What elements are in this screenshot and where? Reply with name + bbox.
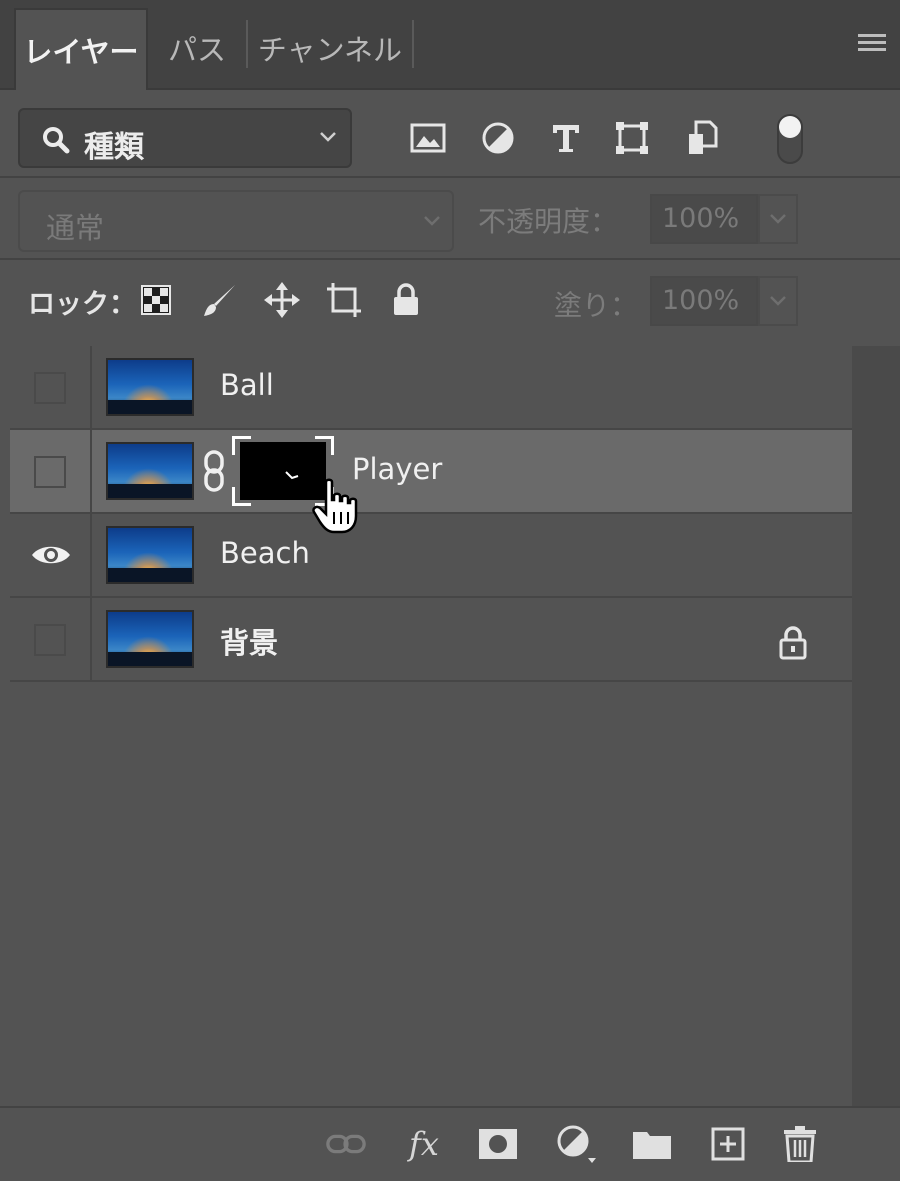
- layer-row-player[interactable]: Player: [10, 430, 852, 514]
- blend-mode-select[interactable]: 通常: [18, 190, 454, 252]
- chevron-down-icon: [770, 296, 786, 306]
- new-layer-icon[interactable]: [708, 1124, 748, 1164]
- image-filter-icon[interactable]: [408, 118, 448, 158]
- mask-corner: [232, 436, 251, 455]
- opacity-dropdown[interactable]: [758, 194, 798, 244]
- divider: [0, 258, 900, 260]
- chevron-down-icon: [424, 216, 440, 226]
- layer-name[interactable]: Beach: [220, 536, 310, 570]
- lock-image-icon[interactable]: [200, 280, 240, 320]
- layer-name[interactable]: 背景: [220, 620, 278, 662]
- search-icon: [43, 127, 70, 154]
- lock-transparent-icon[interactable]: [136, 280, 176, 320]
- visibility-off-box: [34, 456, 66, 488]
- lock-icon[interactable]: [778, 626, 808, 660]
- tab-divider: [412, 20, 414, 68]
- tab-channels[interactable]: チャンネル: [250, 8, 410, 88]
- blend-mode-label: 通常: [46, 211, 105, 245]
- eye-icon: [32, 546, 70, 564]
- chevron-down-icon: [320, 132, 336, 142]
- divider: [0, 176, 900, 178]
- layers-bottom-bar: fx: [0, 1106, 900, 1181]
- layers-scroll-track[interactable]: [852, 346, 900, 1106]
- new-group-icon[interactable]: [632, 1124, 672, 1164]
- visibility-toggle[interactable]: [10, 430, 92, 512]
- visibility-toggle[interactable]: [10, 346, 92, 428]
- fill-dropdown[interactable]: [758, 276, 798, 326]
- visibility-toggle[interactable]: [10, 514, 92, 596]
- visibility-off-box: [34, 624, 66, 656]
- add-mask-icon[interactable]: [478, 1124, 518, 1164]
- mask-corner: [232, 487, 251, 506]
- fill-input[interactable]: 100%: [650, 276, 758, 326]
- visibility-off-box: [34, 372, 66, 404]
- lock-position-icon[interactable]: [262, 280, 302, 320]
- lock-artboard-icon[interactable]: [324, 280, 364, 320]
- filter-toggle-icon[interactable]: [770, 112, 810, 166]
- adjustment-filter-icon[interactable]: [478, 118, 518, 158]
- layer-row-beach[interactable]: Beach: [10, 514, 852, 598]
- layer-name[interactable]: Player: [352, 452, 442, 486]
- fx-icon[interactable]: fx: [404, 1124, 444, 1164]
- link-layers-icon[interactable]: [326, 1124, 366, 1164]
- layer-thumbnail[interactable]: [106, 610, 194, 668]
- filter-kind-label: 種類: [84, 130, 144, 165]
- lock-all-icon[interactable]: [386, 280, 426, 320]
- layer-row-background[interactable]: 背景: [10, 598, 852, 682]
- shape-filter-icon[interactable]: [612, 118, 652, 158]
- tab-layers[interactable]: レイヤー: [14, 8, 148, 90]
- chevron-down-icon: [770, 214, 786, 224]
- filter-kind-select[interactable]: 種類: [18, 108, 352, 168]
- fill-label: 塗り：: [554, 289, 639, 322]
- delete-layer-icon[interactable]: [780, 1124, 820, 1164]
- mask-corner: [315, 436, 334, 455]
- tab-paths[interactable]: パス: [150, 8, 244, 88]
- tab-bar: レイヤー パス チャンネル: [0, 0, 900, 90]
- layers-panel: レイヤー パス チャンネル 種類 通常 不透明度： 100% ロック： 塗り： …: [0, 0, 900, 1181]
- smart-object-filter-icon[interactable]: [682, 118, 722, 158]
- hand-cursor-icon: [312, 478, 358, 534]
- layer-row-ball[interactable]: Ball: [10, 346, 852, 430]
- mask-link-icon[interactable]: [202, 450, 226, 492]
- tab-divider: [246, 20, 248, 68]
- type-filter-icon[interactable]: [546, 118, 586, 158]
- opacity-input[interactable]: 100%: [650, 194, 758, 244]
- fx-label: fx: [409, 1125, 439, 1163]
- opacity-label: 不透明度：: [478, 205, 619, 238]
- panel-menu-icon[interactable]: [858, 34, 886, 56]
- visibility-toggle[interactable]: [10, 598, 92, 680]
- layer-name[interactable]: Ball: [220, 368, 274, 402]
- lock-label: ロック：: [28, 289, 136, 320]
- adjustment-layer-icon[interactable]: [556, 1124, 596, 1164]
- layer-thumbnail[interactable]: [106, 358, 194, 416]
- layer-thumbnail[interactable]: [106, 442, 194, 500]
- layer-thumbnail[interactable]: [106, 526, 194, 584]
